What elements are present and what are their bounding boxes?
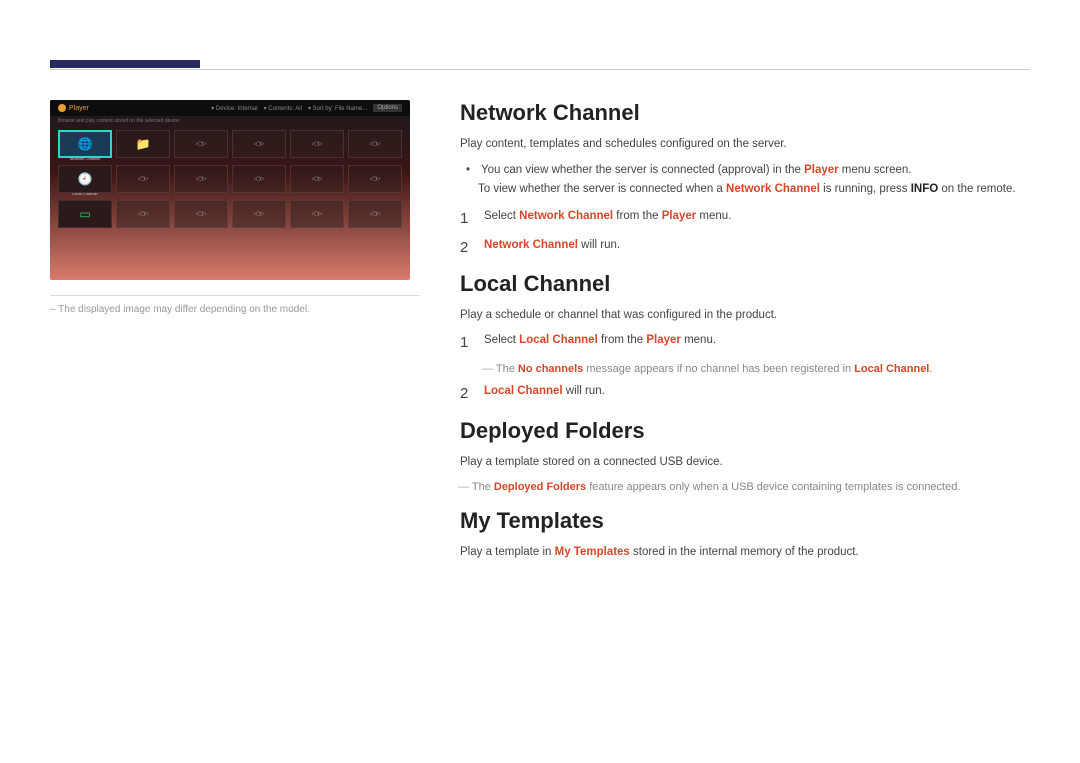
media-icon: ♪▢▷ xyxy=(137,211,148,217)
caption-divider xyxy=(50,295,420,296)
step-body: Local Channel will run. xyxy=(484,383,1030,400)
thumbnail-grid: 🌐 Network Channel 📁 ♪▢▷ ♪▢▷ ♪▢▷ ♪▢▷ 🕘 Lo… xyxy=(50,126,410,232)
header-rule xyxy=(50,60,1030,70)
media-icon: ♪▢▷ xyxy=(195,141,206,147)
globe-icon: 🌐 xyxy=(78,137,93,151)
right-column: Network Channel Play content, templates … xyxy=(460,100,1030,569)
thumb-green: ▭ xyxy=(58,200,112,228)
thumb-folder: 📁 xyxy=(116,130,170,158)
manual-page: Player ▾ Device: Internal ▾ Contents: Al… xyxy=(0,0,1080,609)
deployed-subnote: The Deployed Folders feature appears onl… xyxy=(460,479,1030,496)
step-body: Network Channel will run. xyxy=(484,237,1030,254)
media-icon: ♪▢▷ xyxy=(137,176,148,182)
media-icon: ♪▢▷ xyxy=(195,211,206,217)
media-icon: ♪▢▷ xyxy=(253,141,264,147)
thumb-content: ♪▢▷ xyxy=(232,130,286,158)
network-step-1: 1 Select Network Channel from the Player… xyxy=(460,208,1030,231)
thumb-local-channel: 🕘 xyxy=(58,165,112,193)
media-icon: ♪▢▷ xyxy=(311,141,322,147)
media-icon: ♪▢▷ xyxy=(311,211,322,217)
left-column: Player ▾ Device: Internal ▾ Contents: Al… xyxy=(50,100,420,569)
media-icon: ♪▢▷ xyxy=(195,176,206,182)
player-title: Player xyxy=(58,104,89,112)
thumb-content: ♪▢▷ xyxy=(232,200,286,228)
heading-my-templates: My Templates xyxy=(460,508,1030,534)
device-dropdown: ▾ Device: Internal xyxy=(211,105,257,112)
network-desc: Play content, templates and schedules co… xyxy=(460,136,1030,153)
player-subtitle: Browse and play content stored on the se… xyxy=(50,116,410,126)
media-icon: ♪▢▷ xyxy=(369,141,380,147)
step-number: 2 xyxy=(460,237,474,260)
local-step-2: 2 Local Channel will run. xyxy=(460,383,1030,406)
media-icon: ♪▢▷ xyxy=(253,176,264,182)
local-step-1: 1 Select Local Channel from the Player m… xyxy=(460,332,1030,355)
step-body: Select Network Channel from the Player m… xyxy=(484,208,1030,225)
deployed-desc: Play a template stored on a connected US… xyxy=(460,454,1030,471)
network-note-1: You can view whether the server is conne… xyxy=(478,161,1030,198)
thumb-content: ♪▢▷ xyxy=(348,165,402,193)
network-notes: You can view whether the server is conne… xyxy=(478,161,1030,198)
heading-local-channel: Local Channel xyxy=(460,271,1030,297)
network-step-2: 2 Network Channel will run. xyxy=(460,237,1030,260)
image-caption: The displayed image may differ depending… xyxy=(50,304,420,315)
thumb-content: ♪▢▷ xyxy=(290,130,344,158)
media-icon: ♪▢▷ xyxy=(369,211,380,217)
player-header: Player ▾ Device: Internal ▾ Contents: Al… xyxy=(50,100,410,116)
thumb-content: ♪▢▷ xyxy=(232,165,286,193)
thumb-content: ♪▢▷ xyxy=(174,165,228,193)
step-number: 1 xyxy=(460,332,474,355)
content-columns: Player ▾ Device: Internal ▾ Contents: Al… xyxy=(50,100,1030,569)
local-desc: Play a schedule or channel that was conf… xyxy=(460,307,1030,324)
folder-icon: 📁 xyxy=(136,137,151,151)
step-number: 2 xyxy=(460,383,474,406)
media-icon: ♪▢▷ xyxy=(311,176,322,182)
clock-icon: 🕘 xyxy=(78,172,93,186)
thumb-content: ♪▢▷ xyxy=(174,130,228,158)
thumb-content: ♪▢▷ xyxy=(348,200,402,228)
thumb-content: ♪▢▷ xyxy=(290,165,344,193)
media-icon: ♪▢▷ xyxy=(253,211,264,217)
thumb-content: ♪▢▷ xyxy=(348,130,402,158)
step-body: Select Local Channel from the Player men… xyxy=(484,332,1030,349)
header-accent xyxy=(50,60,200,68)
thumb-network-channel: 🌐 xyxy=(58,130,112,158)
thumb-content: ♪▢▷ xyxy=(116,200,170,228)
player-icon xyxy=(58,104,66,112)
sort-dropdown: ▾ Sort by: File Name... xyxy=(308,105,367,112)
options-button: Options xyxy=(373,104,402,112)
thumb-content: ♪▢▷ xyxy=(116,165,170,193)
thumb-content: ♪▢▷ xyxy=(174,200,228,228)
heading-deployed-folders: Deployed Folders xyxy=(460,418,1030,444)
media-icon: ♪▢▷ xyxy=(369,176,380,182)
templates-desc: Play a template in My Templates stored i… xyxy=(460,544,1030,561)
screen-icon: ▭ xyxy=(79,207,90,221)
step-number: 1 xyxy=(460,208,474,231)
heading-network-channel: Network Channel xyxy=(460,100,1030,126)
contents-dropdown: ▾ Contents: All xyxy=(264,105,302,112)
thumb-content: ♪▢▷ xyxy=(290,200,344,228)
local-subnote: The No channels message appears if no ch… xyxy=(484,361,1030,378)
player-title-text: Player xyxy=(69,105,89,112)
player-screenshot: Player ▾ Device: Internal ▾ Contents: Al… xyxy=(50,100,410,280)
